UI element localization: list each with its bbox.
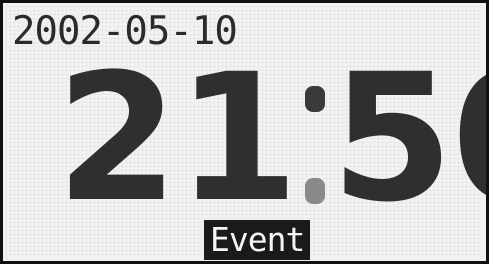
time-minutes: 50 <box>330 36 486 241</box>
lcd-screen: 2002-05-10 21 50 Event <box>6 6 486 260</box>
time-hours: 21 <box>56 36 299 241</box>
colon-lower-dot <box>304 178 325 204</box>
event-badge: Event <box>204 220 311 260</box>
time-readout: 21 50 <box>56 51 486 227</box>
time-colon-separator <box>304 86 325 204</box>
colon-upper-dot <box>304 86 325 112</box>
lcd-display-frame: 2002-05-10 21 50 Event <box>0 0 489 264</box>
